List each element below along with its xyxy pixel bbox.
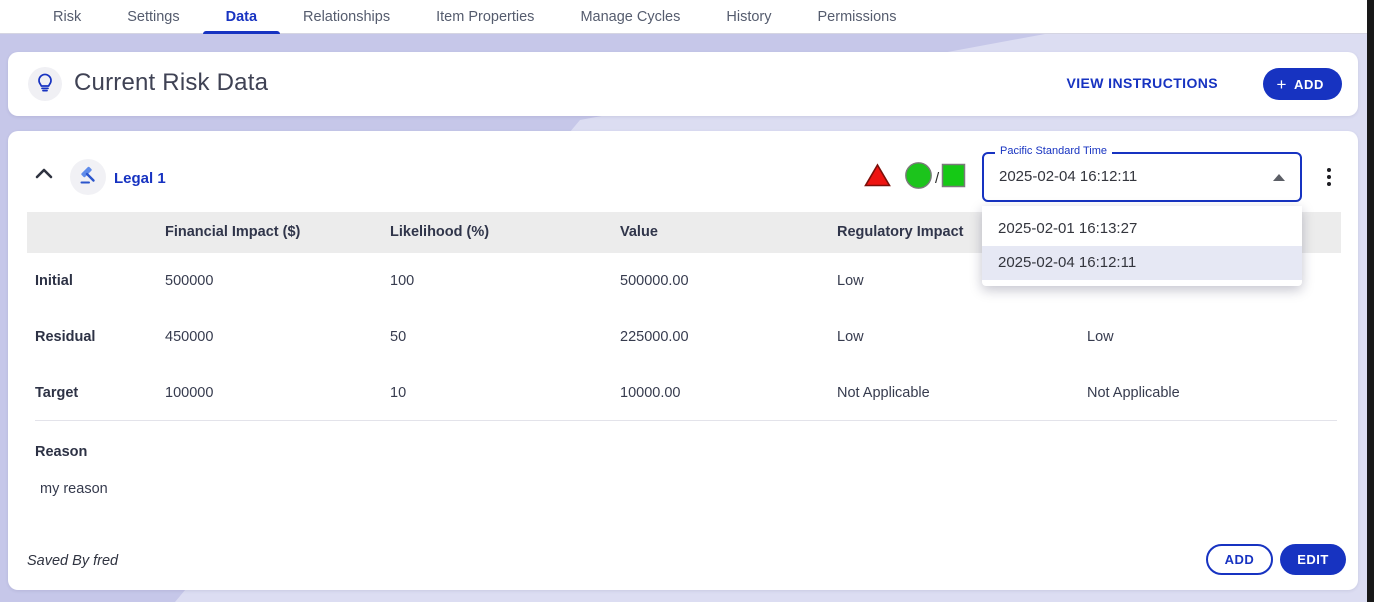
- row-label: Residual: [35, 317, 95, 357]
- cell-regulatory-impact: Low: [837, 261, 864, 301]
- table-row: Target 100000 10 10000.00 Not Applicable…: [8, 373, 1358, 413]
- row-label: Target: [35, 373, 78, 413]
- edit-button[interactable]: EDIT: [1280, 544, 1346, 575]
- lightbulb-badge: [28, 67, 62, 101]
- snapshot-dropdown-menu: 2025-02-01 16:13:27 2025-02-04 16:12:11: [982, 206, 1302, 286]
- risk-indicator-shapes: /: [864, 164, 966, 192]
- more-options-kebab-icon[interactable]: [1320, 164, 1338, 190]
- table-row: Residual 450000 50 225000.00 Low Low: [8, 317, 1358, 357]
- row-label: Initial: [35, 261, 73, 301]
- tab-history[interactable]: History: [703, 0, 794, 33]
- cell-financial-impact: 450000: [165, 317, 213, 357]
- triangle-indicator-icon: [864, 163, 891, 193]
- column-header-regulatory-impact: Regulatory Impact: [837, 212, 964, 253]
- square-indicator-icon: [941, 163, 966, 193]
- tab-risk[interactable]: Risk: [30, 0, 104, 33]
- saved-by-text: Saved By fred: [27, 553, 118, 569]
- cell-value: 500000.00: [620, 261, 689, 301]
- tab-settings[interactable]: Settings: [104, 0, 202, 33]
- tab-item-properties[interactable]: Item Properties: [413, 0, 557, 33]
- cell-col5: Not Applicable: [1087, 373, 1180, 413]
- column-header-value: Value: [620, 212, 658, 253]
- dropdown-option-selected[interactable]: 2025-02-04 16:12:11: [982, 246, 1302, 280]
- tab-bar: Risk Settings Data Relationships Item Pr…: [0, 0, 1367, 34]
- caret-up-icon: [1273, 174, 1285, 181]
- cell-col5: Low: [1087, 317, 1114, 357]
- panel-title-legal-1[interactable]: Legal 1: [114, 170, 166, 187]
- circle-indicator-icon: [904, 161, 933, 195]
- tab-relationships[interactable]: Relationships: [280, 0, 413, 33]
- tab-permissions[interactable]: Permissions: [795, 0, 920, 33]
- lightbulb-icon: [36, 72, 54, 97]
- reason-label: Reason: [35, 444, 87, 460]
- cell-value: 225000.00: [620, 317, 689, 357]
- app-window: Risk Settings Data Relationships Item Pr…: [0, 0, 1374, 602]
- add-button-label: ADD: [1294, 77, 1324, 92]
- column-header-likelihood: Likelihood (%): [390, 212, 489, 253]
- add-button-top[interactable]: + ADD: [1263, 68, 1343, 100]
- dropdown-option[interactable]: 2025-02-01 16:13:27: [982, 212, 1302, 246]
- cell-financial-impact: 500000: [165, 261, 213, 301]
- cell-financial-impact: 100000: [165, 373, 213, 413]
- snapshot-time-select[interactable]: Pacific Standard Time 2025-02-04 16:12:1…: [982, 152, 1302, 202]
- cell-regulatory-impact: Low: [837, 317, 864, 357]
- cell-value: 10000.00: [620, 373, 680, 413]
- cell-regulatory-impact: Not Applicable: [837, 373, 930, 413]
- gavel-badge: [70, 159, 106, 195]
- gavel-icon: [78, 165, 98, 190]
- table-divider: [35, 420, 1337, 421]
- slash-separator: /: [935, 170, 939, 187]
- snapshot-select-value: 2025-02-04 16:12:11: [999, 168, 1137, 185]
- page-title: Current Risk Data: [74, 69, 268, 97]
- snapshot-select-label: Pacific Standard Time: [995, 145, 1112, 157]
- tab-data[interactable]: Data: [203, 0, 280, 33]
- cell-likelihood: 100: [390, 261, 414, 301]
- window-edge-strip: [1367, 0, 1374, 602]
- collapse-chevron-icon[interactable]: [34, 167, 58, 187]
- risk-data-panel: Legal 1 / Pacific Standard Time: [8, 131, 1358, 590]
- cell-likelihood: 50: [390, 317, 406, 357]
- cell-likelihood: 10: [390, 373, 406, 413]
- reason-text: my reason: [40, 481, 108, 497]
- column-header-financial-impact: Financial Impact ($): [165, 212, 300, 253]
- plus-icon: +: [1277, 76, 1288, 93]
- tab-manage-cycles[interactable]: Manage Cycles: [557, 0, 703, 33]
- view-instructions-link[interactable]: VIEW INSTRUCTIONS: [1067, 75, 1218, 91]
- add-button-bottom[interactable]: ADD: [1206, 544, 1273, 575]
- header-card: Current Risk Data VIEW INSTRUCTIONS + AD…: [8, 52, 1358, 116]
